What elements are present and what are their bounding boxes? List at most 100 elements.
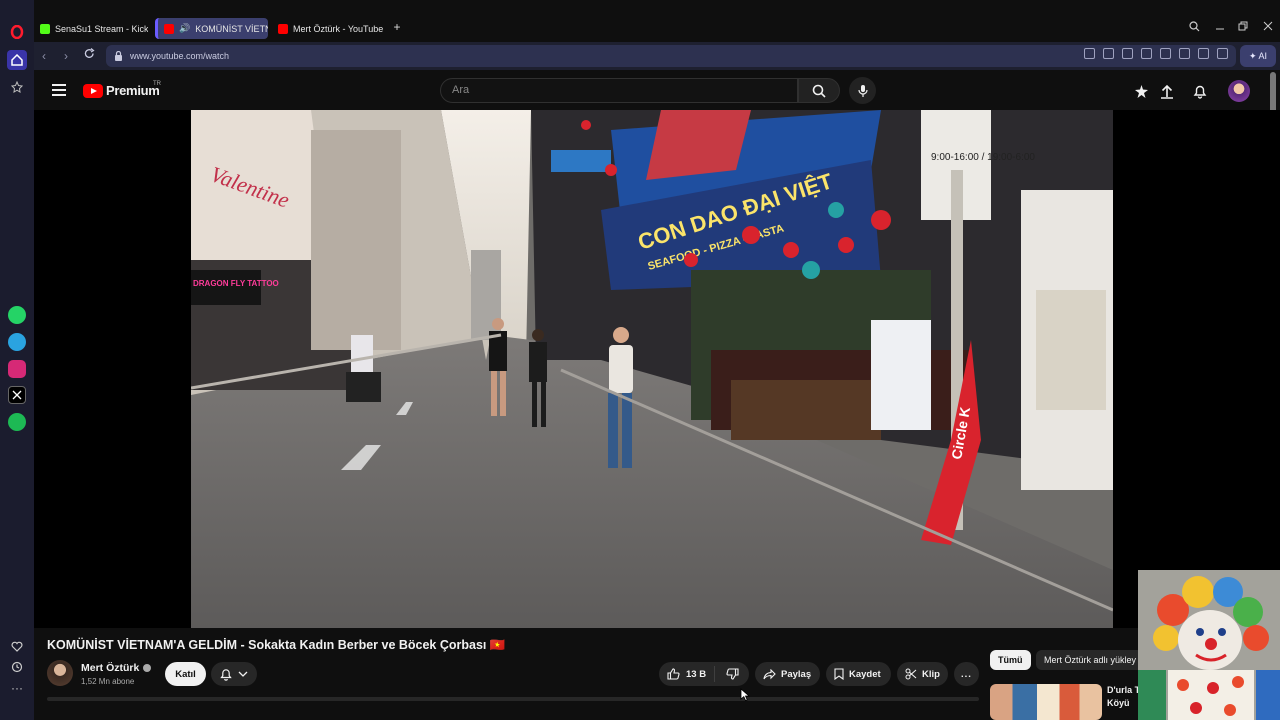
related-video-thumbnail[interactable] — [990, 684, 1102, 720]
address-bar: ‹ › www.youtube.com/watch ✦ AI — [34, 42, 1280, 70]
share-button[interactable]: Paylaş — [755, 662, 820, 686]
youtube-play-icon — [83, 83, 103, 98]
tab-active-video[interactable]: 🔊 KOMÜNİST VİETNAM' — [155, 18, 268, 39]
verified-badge-icon — [143, 664, 152, 672]
chip-all[interactable]: Tümü — [990, 650, 1031, 670]
restore-icon[interactable] — [1238, 21, 1248, 34]
new-tab-button[interactable]: + — [391, 21, 403, 33]
subscriber-count: 1,52 Mn abone — [81, 677, 135, 686]
shield-icon[interactable] — [1122, 48, 1133, 59]
spotify-icon[interactable] — [8, 413, 26, 431]
lock-icon — [115, 51, 122, 61]
opera-sidebar: ··· — [0, 0, 34, 720]
x-twitter-icon[interactable] — [8, 386, 26, 404]
clip-button[interactable]: Klip — [897, 662, 948, 686]
youtube-logo[interactable]: Premium — [83, 83, 160, 98]
save-button[interactable]: Kaydet — [826, 662, 891, 686]
forward-icon[interactable]: › — [64, 49, 68, 63]
channel-name[interactable]: Mert Öztürk — [81, 662, 152, 674]
video-scene: CON DAO ĐẠI VIỆT SEAFOOD - PIZZA - PASTA… — [191, 110, 1113, 628]
menu-icon[interactable] — [52, 84, 66, 96]
pip-clown-image — [1138, 570, 1280, 720]
tab-kick[interactable]: SenaSu1 Stream - Kick Da — [34, 18, 148, 39]
subscription-bell-button[interactable] — [211, 662, 257, 686]
video-player[interactable]: CON DAO ĐẠI VIỆT SEAFOOD - PIZZA - PASTA… — [34, 110, 1280, 628]
clip-label: Klip — [922, 668, 940, 680]
history-icon[interactable] — [7, 657, 27, 677]
profile-icon[interactable] — [1217, 48, 1228, 59]
heart-icon[interactable] — [7, 636, 27, 656]
like-button[interactable]: 13 B — [659, 666, 715, 682]
back-icon[interactable]: ‹ — [42, 49, 46, 63]
hours-sign-text: 9:00-16:00 / 19:00-6:00 — [931, 152, 1035, 163]
easy-setup-icon[interactable] — [1198, 48, 1209, 59]
minimize-icon[interactable] — [1215, 21, 1225, 34]
play-icon[interactable] — [1141, 48, 1152, 59]
ai-label: AI — [1258, 51, 1268, 61]
search-tabs-icon[interactable] — [1189, 21, 1200, 35]
bookmark-icon — [834, 668, 844, 680]
bell-icon — [220, 668, 232, 681]
kick-favicon-icon — [40, 23, 50, 34]
opera-logo-icon[interactable] — [7, 22, 27, 42]
picture-in-picture-overlay[interactable] — [1138, 570, 1280, 720]
tab-label: Mert Öztürk - YouTube — [293, 23, 384, 34]
scissors-icon — [905, 668, 917, 680]
description-box-edge — [47, 697, 979, 701]
save-label: Kaydet — [849, 668, 881, 680]
voice-search-button[interactable] — [849, 77, 876, 104]
search-box[interactable] — [440, 78, 798, 103]
chip-channel-uploads[interactable]: Mert Öztürk adlı yükley — [1036, 650, 1145, 670]
microphone-icon — [857, 84, 868, 97]
dislike-button[interactable] — [715, 668, 749, 680]
url-field[interactable]: www.youtube.com/watch — [106, 45, 1236, 67]
telegram-icon[interactable] — [8, 333, 26, 351]
youtube-header: Premium TR — [34, 72, 1280, 110]
aria-ai-button[interactable]: ✦ AI — [1240, 45, 1276, 67]
upload-icon[interactable] — [1158, 82, 1176, 100]
youtube-favicon-icon — [164, 23, 174, 34]
reload-icon[interactable] — [84, 48, 95, 62]
ai-spark-icon: ✦ — [1248, 50, 1257, 61]
channel-avatar[interactable] — [47, 660, 73, 686]
more-actions-button[interactable]: ... — [954, 662, 979, 686]
share-label: Paylaş — [781, 668, 812, 680]
tab-label: SenaSu1 Stream - Kick Da — [55, 23, 148, 34]
close-window-icon[interactable] — [1263, 21, 1273, 34]
bookmarks-icon[interactable] — [7, 77, 27, 97]
download-icon[interactable] — [1179, 48, 1190, 59]
tab-channel[interactable]: Mert Öztürk - YouTube — [272, 18, 387, 39]
video-frame[interactable]: CON DAO ĐẠI VIỆT SEAFOOD - PIZZA - PASTA… — [191, 110, 1113, 628]
channel-name-text: Mert Öztürk — [81, 662, 140, 674]
video-title: KOMÜNİST VİETNAM'A GELDİM - Sokakta Kadı… — [47, 638, 506, 652]
youtube-premium-label: Premium — [106, 83, 160, 98]
camera-icon[interactable] — [1103, 48, 1114, 59]
country-code: TR — [153, 81, 161, 87]
whatsapp-icon[interactable] — [8, 306, 26, 324]
like-dislike-group: 13 B — [659, 662, 749, 686]
thumbs-up-icon — [667, 668, 680, 680]
speaker-icon[interactable]: 🔊 — [179, 23, 190, 34]
search-input[interactable] — [452, 84, 772, 96]
heart-outline-icon[interactable] — [1160, 48, 1171, 59]
tab-label: KOMÜNİST VİETNAM' — [195, 23, 268, 34]
share-icon — [763, 668, 776, 679]
home-icon[interactable] — [7, 50, 27, 70]
create-icon[interactable] — [1132, 82, 1150, 100]
url-text: www.youtube.com/watch — [130, 51, 230, 61]
chevron-down-icon — [238, 671, 248, 677]
search-icon — [812, 84, 826, 98]
like-count: 13 B — [686, 668, 707, 680]
notifications-icon[interactable] — [1191, 82, 1209, 100]
address-tools — [1084, 48, 1228, 59]
more-options-icon[interactable]: ··· — [7, 678, 27, 698]
edit-icon[interactable] — [1084, 48, 1095, 59]
join-button[interactable]: Katıl — [165, 662, 206, 686]
search-button[interactable] — [798, 78, 840, 103]
neon-sign-text: DRAGON FLY TATTOO — [193, 279, 279, 288]
thumbs-down-icon — [725, 668, 739, 680]
tab-bar: SenaSu1 Stream - Kick Da 🔊 KOMÜNİST VİET… — [34, 16, 1280, 40]
account-avatar[interactable] — [1228, 80, 1250, 102]
mouse-cursor-icon — [740, 688, 751, 707]
instagram-icon[interactable] — [8, 360, 26, 378]
